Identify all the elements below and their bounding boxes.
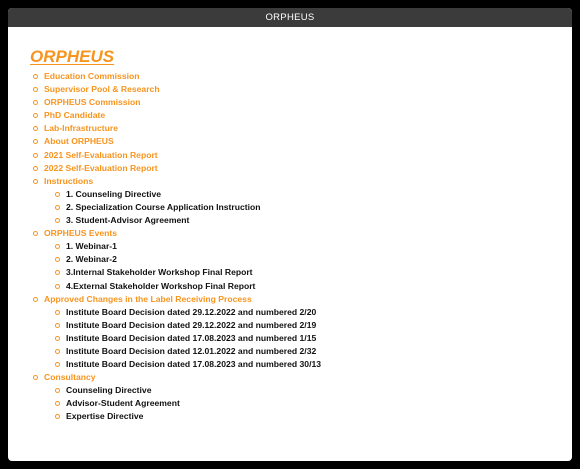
- submenu-link[interactable]: 3.Internal Stakeholder Workshop Final Re…: [66, 267, 253, 277]
- submenu-link[interactable]: 4.External Stakeholder Workshop Final Re…: [66, 281, 255, 291]
- submenu-item: 4.External Stakeholder Workshop Final Re…: [44, 280, 572, 293]
- menu-link[interactable]: PhD Candidate: [44, 110, 105, 120]
- submenu-link[interactable]: Institute Board Decision dated 29.12.202…: [66, 307, 316, 317]
- submenu-item: 3.Internal Stakeholder Workshop Final Re…: [44, 266, 572, 279]
- submenu-link[interactable]: Expertise Directive: [66, 411, 143, 421]
- menu-link[interactable]: 2021 Self-Evaluation Report: [44, 150, 158, 160]
- menu-link[interactable]: ORPHEUS Events: [44, 228, 117, 238]
- menu-item: ORPHEUS Events 1. Webinar-1 2. Webinar-2 3.…: [30, 227, 572, 292]
- menu-item: Supervisor Pool & Research: [30, 83, 572, 96]
- submenu-item: Advisor-Student Agreement: [44, 397, 572, 410]
- menu-item: Education Commission: [30, 70, 572, 83]
- submenu-link[interactable]: Counseling Directive: [66, 385, 151, 395]
- submenu-item: Expertise Directive: [44, 410, 572, 423]
- menu-item: About ORPHEUS: [30, 135, 572, 148]
- menu-item: Lab-Infrastructure: [30, 122, 572, 135]
- window-title-bar: ORPHEUS: [8, 8, 572, 27]
- menu-link[interactable]: Education Commission: [44, 71, 140, 81]
- window-title: ORPHEUS: [265, 12, 315, 23]
- menu-link[interactable]: ORPHEUS Commission: [44, 97, 140, 107]
- submenu-item: Institute Board Decision dated 12.01.202…: [44, 345, 572, 358]
- submenu-link[interactable]: 2. Specialization Course Application Ins…: [66, 202, 261, 212]
- submenu-list: 1. Counseling Directive 2. Specialization…: [44, 188, 572, 227]
- browser-window: ORPHEUS ORPHEUS Education Commission Supe…: [8, 8, 572, 461]
- submenu-link[interactable]: 1. Webinar-1: [66, 241, 117, 251]
- submenu-list: Counseling Directive Advisor-Student Agre…: [44, 384, 572, 423]
- submenu-list: Institute Board Decision dated 29.12.202…: [44, 306, 572, 371]
- submenu-item: 2. Webinar-2: [44, 253, 572, 266]
- menu-link[interactable]: Supervisor Pool & Research: [44, 84, 160, 94]
- submenu-item: 3. Student-Advisor Agreement: [44, 214, 572, 227]
- submenu-item: Institute Board Decision dated 29.12.202…: [44, 319, 572, 332]
- submenu-link[interactable]: 1. Counseling Directive: [66, 189, 161, 199]
- submenu-item: 1. Counseling Directive: [44, 188, 572, 201]
- submenu-link[interactable]: Institute Board Decision dated 17.08.202…: [66, 359, 321, 369]
- submenu-link[interactable]: Institute Board Decision dated 17.08.202…: [66, 333, 316, 343]
- menu-item: 2022 Self-Evaluation Report: [30, 162, 572, 175]
- menu-link[interactable]: Consultancy: [44, 372, 96, 382]
- menu-item: 2021 Self-Evaluation Report: [30, 149, 572, 162]
- menu-item: Consultancy Counseling Directive Advisor-S…: [30, 371, 572, 423]
- submenu-link[interactable]: 3. Student-Advisor Agreement: [66, 215, 189, 225]
- submenu-link[interactable]: Institute Board Decision dated 12.01.202…: [66, 346, 316, 356]
- menu-list: Education Commission Supervisor Pool & Re…: [30, 70, 572, 424]
- page-content: ORPHEUS Education Commission Supervisor P…: [8, 27, 572, 424]
- menu-item: Approved Changes in the Label Receiving …: [30, 293, 572, 372]
- menu-item: PhD Candidate: [30, 109, 572, 122]
- menu-link[interactable]: About ORPHEUS: [44, 136, 114, 146]
- submenu-list: 1. Webinar-1 2. Webinar-2 3.Internal Stake…: [44, 240, 572, 292]
- submenu-item: 1. Webinar-1: [44, 240, 572, 253]
- submenu-item: Institute Board Decision dated 17.08.202…: [44, 332, 572, 345]
- submenu-link[interactable]: 2. Webinar-2: [66, 254, 117, 264]
- menu-item: ORPHEUS Commission: [30, 96, 572, 109]
- submenu-item: Counseling Directive: [44, 384, 572, 397]
- submenu-item: 2. Specialization Course Application Ins…: [44, 201, 572, 214]
- submenu-item: Institute Board Decision dated 29.12.202…: [44, 306, 572, 319]
- menu-link[interactable]: 2022 Self-Evaluation Report: [44, 163, 158, 173]
- page-heading-link[interactable]: ORPHEUS: [30, 47, 114, 67]
- submenu-link[interactable]: Institute Board Decision dated 29.12.202…: [66, 320, 316, 330]
- menu-link[interactable]: Instructions: [44, 176, 93, 186]
- submenu-item: Institute Board Decision dated 17.08.202…: [44, 358, 572, 371]
- menu-item: Instructions 1. Counseling Directive 2. Sp…: [30, 175, 572, 227]
- menu-link[interactable]: Approved Changes in the Label Receiving …: [44, 294, 252, 304]
- submenu-link[interactable]: Advisor-Student Agreement: [66, 398, 180, 408]
- menu-link[interactable]: Lab-Infrastructure: [44, 123, 118, 133]
